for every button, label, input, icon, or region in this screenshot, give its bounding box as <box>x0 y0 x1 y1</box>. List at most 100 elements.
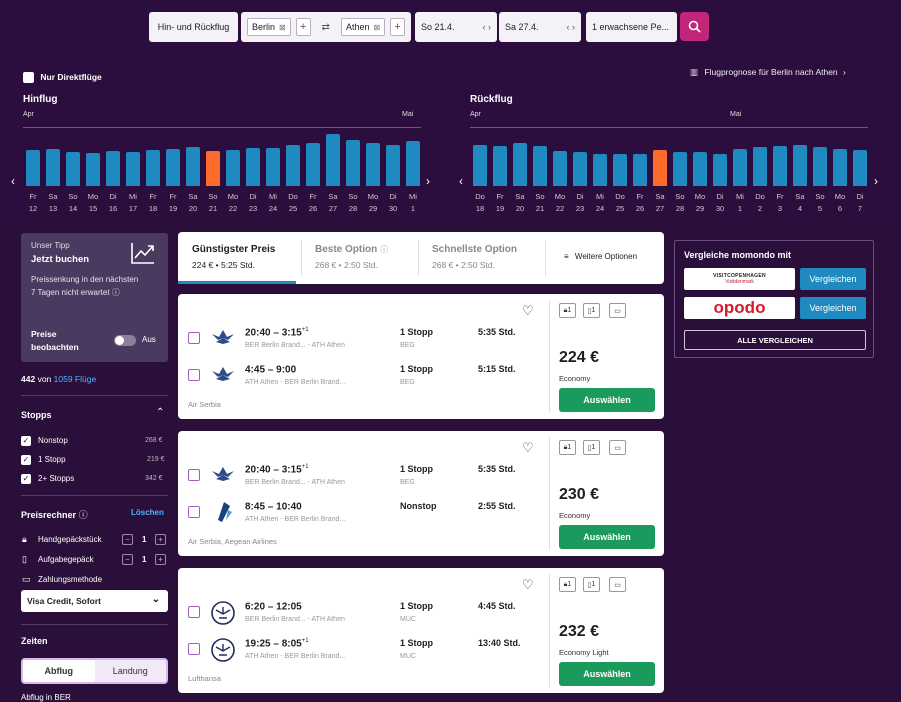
day-label[interactable]: Di 7 <box>850 191 870 215</box>
clear-fees-link[interactable]: Löschen <box>131 508 164 517</box>
outbound-next-arrow[interactable]: › <box>426 174 430 188</box>
day-label[interactable]: Mi 24 <box>263 191 283 215</box>
add-destination-button[interactable]: + <box>390 18 405 36</box>
day-label[interactable]: Fr 19 <box>490 191 510 215</box>
leg-select-checkbox[interactable] <box>188 606 200 618</box>
day-label[interactable]: Di 30 <box>383 191 403 215</box>
date-price-bar[interactable] <box>46 149 60 186</box>
date-price-bar[interactable] <box>106 151 120 186</box>
date-price-bar[interactable] <box>386 145 400 186</box>
day-label[interactable]: Mo 29 <box>690 191 710 215</box>
date-price-bar[interactable] <box>326 134 340 186</box>
info-icon[interactable]: ⓘ <box>79 510 88 520</box>
depart-date-field[interactable]: So 21.4. ‹ › <box>415 12 497 42</box>
info-icon[interactable]: ⓘ <box>380 245 388 254</box>
date-price-bar[interactable] <box>693 152 707 186</box>
price-watch-toggle[interactable] <box>114 335 136 346</box>
date-price-bar[interactable] <box>86 153 100 186</box>
day-label[interactable]: Di 23 <box>243 191 263 215</box>
more-options-button[interactable]: ≡ Weitere Optionen <box>564 252 637 261</box>
chevron-up-icon[interactable]: ⌃ <box>156 407 164 418</box>
checked-bag-plus-button[interactable]: + <box>155 554 166 565</box>
day-label[interactable]: So 28 <box>670 191 690 215</box>
direct-only-checkbox[interactable]: Nur Direktflüge <box>23 72 102 84</box>
date-price-bar[interactable] <box>366 143 380 186</box>
date-price-bar[interactable] <box>853 150 867 186</box>
day-label[interactable]: Sa 20 <box>510 191 530 215</box>
date-price-bar[interactable] <box>346 140 360 186</box>
date-price-bar[interactable] <box>513 143 527 186</box>
remove-origin-icon[interactable]: ⊠ <box>279 23 286 32</box>
remove-destination-icon[interactable]: ⊠ <box>373 23 380 32</box>
date-nav-icon[interactable]: ‹ › <box>567 22 576 32</box>
day-label[interactable]: Sa 13 <box>43 191 63 215</box>
one-stop-checkbox[interactable]: ✓ <box>21 455 31 465</box>
carry-on-minus-button[interactable]: − <box>122 534 133 545</box>
date-price-bar[interactable] <box>813 147 827 186</box>
date-price-bar[interactable] <box>773 146 787 186</box>
checked-bag-minus-button[interactable]: − <box>122 554 133 565</box>
date-price-bar[interactable] <box>573 152 587 186</box>
day-label[interactable]: Fr 12 <box>23 191 43 215</box>
tab-fastest[interactable]: Schnellste Option 268 € • 2:50 Std. <box>418 232 543 284</box>
day-label[interactable]: Fr 18 <box>143 191 163 215</box>
outbound-prev-arrow[interactable]: ‹ <box>11 174 15 188</box>
date-nav-icon[interactable]: ‹ › <box>483 22 492 32</box>
date-price-bar[interactable] <box>266 148 280 186</box>
day-label[interactable]: Di 23 <box>570 191 590 215</box>
visitcopenhagen-logo[interactable]: VISITCOPENHAGEN Visitdenmark <box>684 268 795 290</box>
date-price-bar[interactable] <box>286 145 300 186</box>
forecast-link[interactable]: ▥ Flugprognose für Berlin nach Athen › <box>690 67 846 78</box>
day-label[interactable]: Mo 22 <box>550 191 570 215</box>
date-price-bar[interactable] <box>713 154 727 186</box>
origin-chip[interactable]: Berlin ⊠ <box>247 18 291 36</box>
date-price-bar[interactable] <box>246 148 260 186</box>
select-button[interactable]: Auswählen <box>559 525 655 549</box>
date-price-bar[interactable] <box>613 154 627 186</box>
two-plus-stops-checkbox[interactable]: ✓ <box>21 474 31 484</box>
date-price-bar[interactable] <box>533 146 547 186</box>
arrive-segment[interactable]: Landung <box>95 660 167 682</box>
tab-cheapest[interactable]: Günstigster Preis 224 € • 5:25 Std. <box>178 232 296 284</box>
day-label[interactable]: Mi 24 <box>590 191 610 215</box>
day-label[interactable]: So 5 <box>810 191 830 215</box>
select-button[interactable]: Auswählen <box>559 662 655 686</box>
day-label[interactable]: Sa 27 <box>650 191 670 215</box>
day-label[interactable]: Mi 17 <box>123 191 143 215</box>
day-label[interactable]: Mo 6 <box>830 191 850 215</box>
date-price-bar[interactable] <box>593 154 607 186</box>
date-price-bar[interactable] <box>793 145 807 186</box>
day-label[interactable]: Do 25 <box>610 191 630 215</box>
date-price-bar[interactable] <box>493 146 507 186</box>
date-price-bar[interactable] <box>753 147 767 186</box>
leg-select-checkbox[interactable] <box>188 332 200 344</box>
nonstop-checkbox[interactable]: ✓ <box>21 436 31 446</box>
date-price-bar[interactable] <box>306 143 320 186</box>
day-label[interactable]: Mi 1 <box>403 191 423 215</box>
day-label[interactable]: Mi 1 <box>730 191 750 215</box>
compare-button[interactable]: Vergleichen <box>800 297 866 319</box>
select-button[interactable]: Auswählen <box>559 388 655 412</box>
date-price-bar[interactable] <box>26 150 40 186</box>
destination-chip[interactable]: Athen ⊠ <box>340 18 386 36</box>
compare-button[interactable]: Vergleichen <box>800 268 866 290</box>
day-label[interactable]: Fr 26 <box>630 191 650 215</box>
return-next-arrow[interactable]: › <box>874 174 878 188</box>
date-price-bar[interactable] <box>673 152 687 186</box>
date-price-bar[interactable] <box>126 152 140 186</box>
day-label[interactable]: Di 30 <box>710 191 730 215</box>
day-label[interactable]: Mo 15 <box>83 191 103 215</box>
date-price-bar[interactable] <box>66 152 80 186</box>
day-label[interactable]: So 14 <box>63 191 83 215</box>
date-price-bar[interactable] <box>633 154 647 186</box>
add-origin-button[interactable]: + <box>295 18 311 36</box>
day-label[interactable]: Sa 4 <box>790 191 810 215</box>
date-price-bar[interactable] <box>186 147 200 186</box>
day-label[interactable]: Fr 19 <box>163 191 183 215</box>
day-label[interactable]: So 21 <box>530 191 550 215</box>
compare-all-button[interactable]: ALLE VERGLEICHEN <box>684 330 866 350</box>
day-label[interactable]: Do 25 <box>283 191 303 215</box>
date-price-bar[interactable] <box>226 150 240 186</box>
payment-method-select[interactable]: Visa Credit, Sofort ⌄ <box>21 590 168 612</box>
leg-select-checkbox[interactable] <box>188 469 200 481</box>
